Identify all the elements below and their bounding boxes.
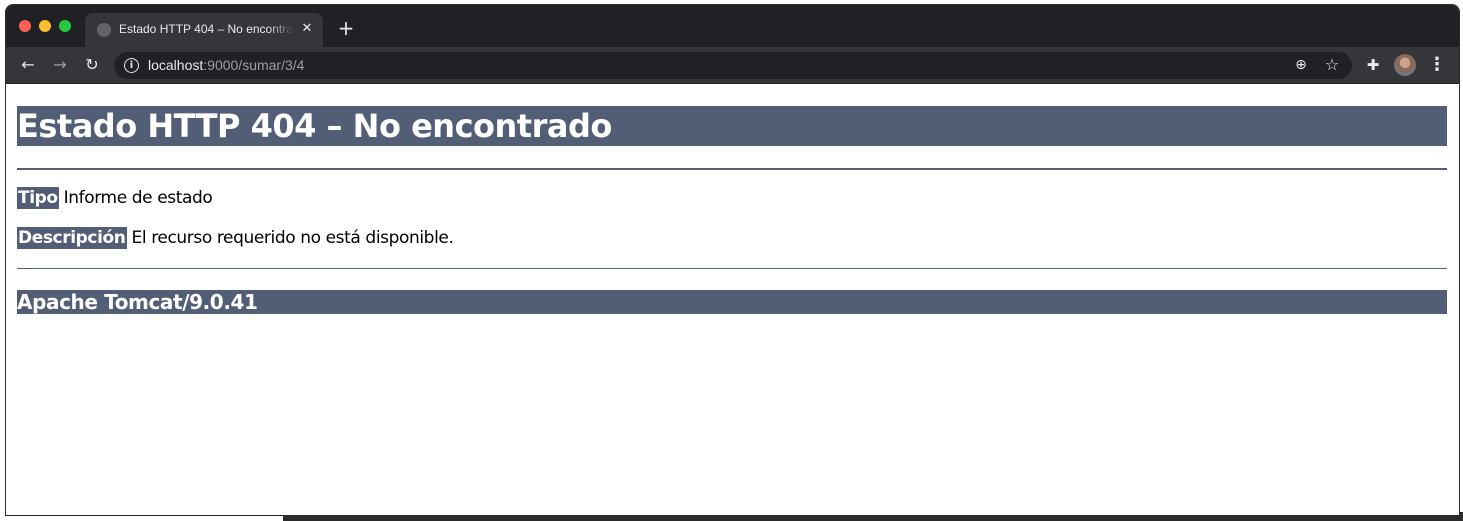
- url-host: localhost: [148, 57, 204, 73]
- maximize-window-button[interactable]: [59, 20, 71, 32]
- close-icon[interactable]: ✕: [299, 21, 315, 37]
- kebab-menu-icon[interactable]: ⋮: [1428, 55, 1446, 75]
- title-bar: Estado HTTP 404 – No encontrado ✕ +: [6, 5, 1459, 47]
- description-row: Descripción El recurso requerido no está…: [17, 227, 454, 249]
- browser-tab[interactable]: Estado HTTP 404 – No encontrado ✕: [85, 13, 323, 47]
- star-icon[interactable]: ☆: [1323, 56, 1341, 74]
- tab-title: Estado HTTP 404 – No encontrado: [119, 22, 294, 36]
- description-value: El recurso requerido no está disponible.: [126, 228, 454, 248]
- page-title: Estado HTTP 404 – No encontrado: [17, 106, 1447, 146]
- browser-window: Estado HTTP 404 – No encontrado ✕ + ← → …: [5, 4, 1460, 516]
- type-value: Informe de estado: [58, 188, 213, 208]
- browser-toolbar: ← → ↻ i localhost:9000/sumar/3/4 ⊕ ☆ ✚ ⋮: [6, 47, 1459, 84]
- forward-arrow-icon[interactable]: →: [50, 55, 70, 75]
- address-bar[interactable]: i localhost:9000/sumar/3/4 ⊕ ☆: [114, 52, 1352, 79]
- info-icon[interactable]: i: [124, 58, 139, 73]
- url-path: :9000/sumar/3/4: [203, 57, 305, 73]
- divider: [17, 268, 1447, 269]
- url-text[interactable]: localhost:9000/sumar/3/4: [148, 57, 304, 73]
- type-row: Tipo Informe de estado: [17, 187, 213, 209]
- avatar[interactable]: [1394, 54, 1416, 76]
- reload-icon[interactable]: ↻: [82, 55, 102, 75]
- page-content: Estado HTTP 404 – No encontrado Tipo Inf…: [6, 84, 1459, 515]
- type-label: Tipo: [17, 187, 59, 209]
- divider: [17, 168, 1447, 170]
- back-arrow-icon[interactable]: ←: [18, 55, 38, 75]
- zoom-icon[interactable]: ⊕: [1292, 56, 1310, 74]
- close-window-button[interactable]: [19, 20, 31, 32]
- globe-icon: [97, 23, 111, 37]
- server-signature: Apache Tomcat/9.0.41: [17, 290, 1447, 314]
- minimize-window-button[interactable]: [39, 20, 51, 32]
- plus-icon[interactable]: +: [336, 18, 356, 38]
- description-label: Descripción: [17, 227, 127, 249]
- puzzle-icon[interactable]: ✚: [1363, 55, 1383, 75]
